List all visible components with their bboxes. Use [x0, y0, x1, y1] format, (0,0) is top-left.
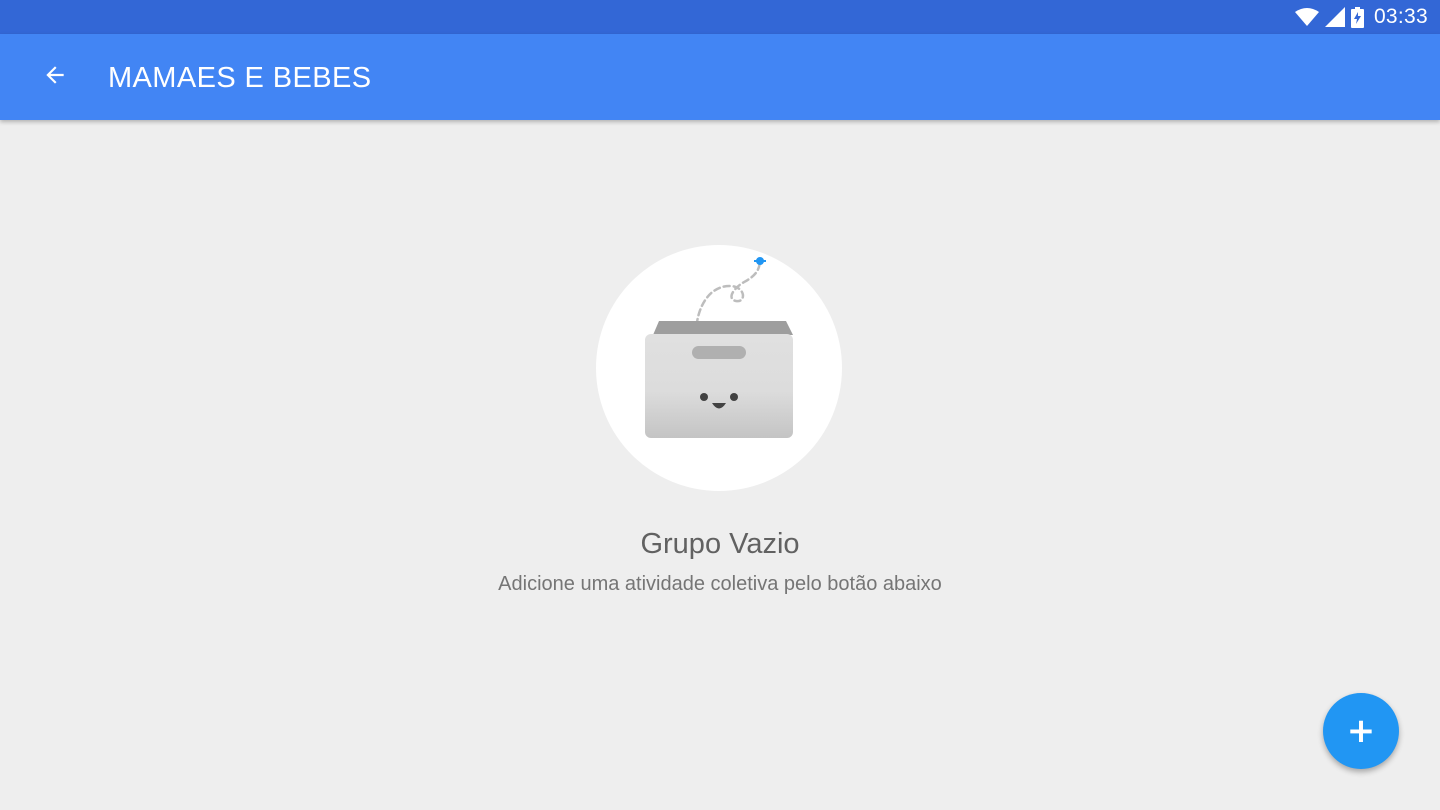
back-button[interactable] [31, 55, 79, 99]
status-bar: 03:33 [0, 0, 1440, 34]
arrow-back-icon [42, 62, 68, 93]
add-icon: + [1346, 711, 1376, 751]
empty-state-title: Grupo Vazio [640, 528, 800, 560]
status-time: 03:33 [1373, 5, 1428, 28]
main-content: Grupo Vazio Adicione uma atividade colet… [0, 120, 1440, 810]
cell-signal-icon [1324, 7, 1345, 27]
wifi-icon [1294, 8, 1319, 26]
empty-state-subtitle: Adicione uma atividade coletiva pelo bot… [498, 573, 942, 595]
empty-state-illustration [596, 245, 842, 491]
add-button[interactable]: + [1323, 693, 1399, 769]
app-bar: MAMAES E BEBES [0, 34, 1440, 120]
status-icons: 03:33 [1294, 0, 1428, 34]
page-title: MAMAES E BEBES [108, 62, 372, 94]
battery-charging-icon [1350, 6, 1364, 28]
